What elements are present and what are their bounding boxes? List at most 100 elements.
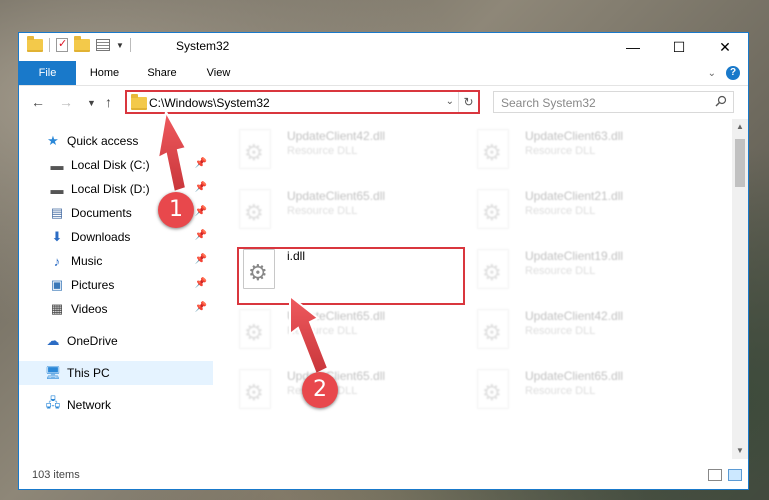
scroll-down-arrow-icon[interactable]: ▼ [732,443,748,459]
window-controls: — ☐ ✕ [610,33,748,61]
pictures-icon: ▣ [50,277,64,292]
details-view-icon[interactable] [708,469,722,481]
navigation-bar: ← → ▼ ↑ C:\Windows\System32 ⌄ ↻ Search S… [19,86,748,119]
sidebar-item-label: Network [67,398,112,412]
maximize-button[interactable]: ☐ [656,33,702,61]
sidebar-item-this-pc[interactable]: 🖥 This PC [19,361,213,385]
tab-home[interactable]: Home [76,61,133,85]
file-tile[interactable]: ⚙ UpdateClient19.dll Resource DLL [457,243,687,295]
minimize-button[interactable]: — [610,33,656,61]
view-toggle [708,469,742,481]
sidebar-item-local-disk-c[interactable]: ▬ Local Disk (C:) 📌 [19,153,213,177]
tiles-view-icon[interactable] [728,469,742,481]
sidebar-item-label: This PC [67,366,110,380]
dll-file-icon: ⚙ [477,129,509,169]
up-arrow-icon[interactable]: ↑ [105,94,112,110]
sidebar-item-label: Quick access [67,134,139,148]
back-arrow-icon[interactable]: ← [31,94,45,110]
dll-file-icon: ⚙ [239,189,271,229]
address-bar[interactable]: C:\Windows\System32 ⌄ ↻ [125,90,480,114]
file-tile[interactable]: ⚙ UpdateClient42.dll Resource DLL [219,123,449,175]
drive-icon: ▬ [50,181,64,197]
expand-ribbon-chevron-icon[interactable]: ⌄ [708,68,716,79]
tab-view[interactable]: View [191,61,246,85]
gear-icon: ⚙ [482,260,502,285]
sidebar-item-label: Local Disk (C:) [71,158,150,172]
sidebar-item-music[interactable]: ♪ Music 📌 [19,249,213,273]
tab-share[interactable]: Share [133,61,191,85]
sidebar-item-pictures[interactable]: ▣ Pictures 📌 [19,273,213,297]
search-input[interactable]: Search System32 [493,91,734,113]
ribbon-controls: ⌄ ? [708,66,740,80]
file-name: UpdateClient19.dll [525,249,624,263]
sidebar-item-quick-access[interactable]: ★ Quick access [19,129,213,153]
computer-icon: 🖥 [44,365,62,380]
address-dropdown-chevron-icon[interactable]: ⌄ [446,96,454,107]
file-name: UpdateClient21.dll [525,189,624,203]
sidebar-item-label: Pictures [71,278,115,292]
file-tile[interactable]: ⚙ UpdateClient63.dll Resource DLL [457,123,687,175]
gear-icon: ⚙ [482,200,502,225]
address-path[interactable]: C:\Windows\System32 [149,96,270,110]
file-type: Resource DLL [287,145,358,157]
sidebar-item-network[interactable]: 🖧 Network [19,393,213,417]
scroll-thumb[interactable] [735,139,745,187]
help-icon[interactable]: ? [726,66,740,80]
file-type: Resource DLL [287,325,358,337]
pin-icon: 📌 [194,158,207,169]
file-tile[interactable]: ⚙ UpdateClient21.dll Resource DLL [457,183,687,235]
pin-icon: 📌 [194,230,207,241]
vertical-scrollbar[interactable]: ▲ ▼ [732,119,748,459]
forward-arrow-icon[interactable]: → [59,94,73,110]
documents-icon: ▤ [50,205,64,220]
file-type: Resource DLL [525,265,596,277]
file-name: UpdateClient63.dll [525,129,624,143]
close-button[interactable]: ✕ [702,33,748,61]
properties-icon[interactable] [96,39,110,51]
sidebar-item-label: Downloads [71,230,131,244]
sidebar-item-label: Videos [71,302,108,316]
file-type: Resource DLL [525,325,596,337]
gear-icon: ⚙ [482,380,502,405]
customize-toolbar-chevron-icon[interactable]: ▼ [116,41,124,50]
dll-file-icon: ⚙ [477,309,509,349]
refresh-icon[interactable]: ↻ [458,92,478,112]
dll-file-icon: ⚙ [239,309,271,349]
file-tile[interactable]: ⚙ UpdateClient65.dll Resource DLL [457,363,687,415]
tab-file[interactable]: File [19,61,76,85]
gear-icon: ⚙ [244,140,264,165]
pin-icon: 📌 [194,278,207,289]
highlight-box-file [237,247,465,305]
status-bar: 103 items [19,465,748,489]
sidebar-item-label: Music [71,254,103,268]
gear-icon: ⚙ [482,320,502,345]
music-icon: ♪ [53,253,61,269]
file-type: Resource DLL [525,145,596,157]
item-count: 103 items [32,469,80,481]
file-list: ⚙ UpdateClient42.dll Resource DLL ⚙ Upda… [219,119,731,459]
sidebar-item-onedrive[interactable]: ☁ OneDrive [19,329,213,353]
recent-locations-chevron-icon[interactable]: ▼ [87,98,96,108]
file-name: UpdateClient42.dll [287,129,386,143]
network-icon: 🖧 [45,395,61,410]
file-tile[interactable]: ⚙ UpdateClient65.dll Resource DLL [219,183,449,235]
file-type: Resource DLL [287,205,358,217]
properties-check-icon[interactable] [56,37,68,52]
new-folder-icon[interactable] [74,35,90,52]
gear-icon: ⚙ [482,140,502,165]
sidebar-item-label: Local Disk (D:) [71,182,150,196]
scroll-up-arrow-icon[interactable]: ▲ [732,119,748,135]
sidebar-item-videos[interactable]: ▦ Videos 📌 [19,297,213,321]
gear-icon: ⚙ [244,200,264,225]
file-type: Resource DLL [525,205,596,217]
navigation-pane: ★ Quick access ▬ Local Disk (C:) 📌 ▬ Loc… [19,119,213,459]
folder-icon [131,94,147,110]
dll-file-icon: ⚙ [239,129,271,169]
file-name: UpdateClient65.dll [287,309,386,323]
sidebar-item-downloads[interactable]: ⬇ Downloads 📌 [19,225,213,249]
file-tile[interactable]: ⚙ UpdateClient42.dll Resource DLL [457,303,687,355]
pin-icon: 📌 [194,254,207,265]
dll-file-icon: ⚙ [239,369,271,409]
file-tile[interactable]: ⚙ UpdateClient65.dll Resource DLL [219,303,449,355]
quick-access-toolbar: ▼ [27,35,131,52]
